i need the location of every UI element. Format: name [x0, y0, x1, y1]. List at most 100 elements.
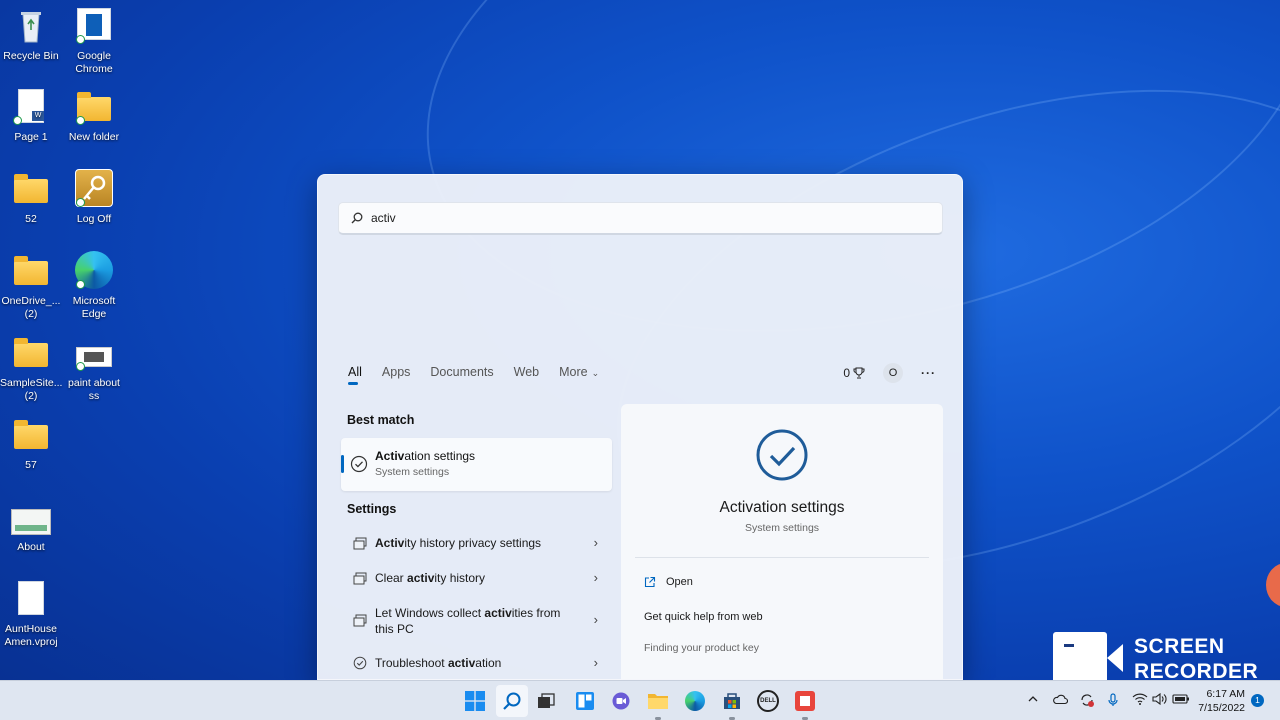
chevron-right-icon: › [593, 655, 598, 670]
setting-activity-history-privacy[interactable]: Activity history privacy settings › [341, 535, 612, 555]
more-options-button[interactable]: ··· [921, 366, 936, 380]
video-camera-icon [1053, 632, 1107, 684]
best-match-result[interactable]: Activation settings System settings [341, 438, 612, 491]
word-document-icon: W [11, 87, 51, 127]
network-button[interactable] [1132, 693, 1148, 708]
task-view-button[interactable] [534, 689, 558, 713]
start-button[interactable] [463, 689, 487, 713]
chevron-up-icon [1028, 696, 1038, 702]
microphone-icon [1108, 693, 1118, 706]
desktop-icon-label: Page 1 [14, 131, 48, 143]
dell-app-button[interactable]: DELL [756, 689, 780, 713]
desktop-icon-microsoft-edge[interactable]: Microsoft Edge [63, 251, 125, 321]
desktop-icon-onedrive[interactable]: OneDrive_... (2) [0, 251, 62, 321]
tab-documents[interactable]: Documents [430, 365, 493, 385]
desktop-icon-samplesite[interactable]: SampleSite... (2) [0, 333, 62, 403]
widgets-icon [576, 692, 594, 710]
microphone-button[interactable] [1108, 693, 1118, 710]
watermark-text: SCREEN RECORDER [1134, 634, 1258, 684]
file-explorer-button[interactable] [646, 689, 670, 713]
desktop-icon-label: Recycle Bin [3, 50, 59, 62]
settings-window-icon [353, 537, 367, 550]
desktop-icon-label: paint about ss [68, 377, 120, 402]
desktop-icon-folder-57[interactable]: 57 [0, 415, 62, 472]
setting-label-text: ation [475, 656, 502, 670]
desktop-icon-log-off[interactable]: Log Off [63, 169, 125, 226]
folder-icon [11, 169, 51, 209]
desktop-icon-page-1[interactable]: W Page 1 [0, 87, 62, 144]
setting-troubleshoot-activation[interactable]: Troubleshoot activation › [341, 655, 612, 675]
search-filter-tabs: All Apps Documents Web More ⌄ [348, 365, 619, 385]
best-match-title: Activation settings [375, 449, 475, 463]
desktop-icon-aunthouse[interactable]: AuntHouse Amen.vproj [0, 579, 62, 649]
chevron-down-icon: ⌄ [591, 368, 600, 378]
profile-button[interactable]: O [883, 363, 903, 383]
tab-more-label: More [559, 365, 588, 379]
video-camera-lens [1107, 644, 1123, 672]
activation-check-icon [350, 455, 368, 473]
file-icon [11, 579, 51, 619]
preview-title: Activation settings [719, 499, 845, 516]
settings-window-icon [353, 572, 367, 585]
desktop-icon-about[interactable]: About [0, 497, 62, 554]
onedrive-tray-button[interactable] [1052, 693, 1069, 708]
store-button[interactable] [720, 689, 744, 713]
desktop-icon-folder-52[interactable]: 52 [0, 169, 62, 226]
setting-label-text: Clear [375, 571, 408, 585]
desktop-icon-recycle-bin[interactable]: Recycle Bin [0, 6, 62, 63]
teams-chat-button[interactable] [609, 689, 633, 713]
get-quick-help-link[interactable]: Get quick help from web [644, 611, 763, 623]
tab-more[interactable]: More ⌄ [559, 365, 599, 385]
search-input[interactable] [371, 211, 911, 225]
desktop-icon-label: Google Chrome [75, 50, 113, 75]
wifi-icon [1132, 693, 1148, 705]
volume-button[interactable] [1152, 692, 1168, 708]
tab-web[interactable]: Web [514, 365, 539, 385]
battery-icon [1172, 694, 1189, 704]
search-box[interactable] [338, 202, 943, 235]
setting-label-text: ity history privacy settings [404, 536, 542, 550]
notification-badge[interactable]: 1 [1251, 694, 1264, 707]
setting-label: Clear activity history [375, 570, 565, 586]
best-match-title-rest: ation settings [404, 449, 476, 463]
desktop-icon-google-chrome[interactable]: Google Chrome [63, 6, 125, 76]
selection-indicator [341, 455, 344, 473]
folder-icon [74, 87, 114, 127]
edge-button[interactable] [683, 689, 707, 713]
setting-clear-activity-history[interactable]: Clear activity history › [341, 570, 612, 590]
show-hidden-icons-button[interactable] [1027, 693, 1039, 708]
rewards-points[interactable]: 0 [843, 366, 865, 380]
desktop-icon-label: 52 [25, 213, 37, 225]
sync-error-icon [1081, 694, 1094, 707]
setting-label-match: activ [484, 606, 512, 620]
open-action[interactable]: Open [644, 576, 693, 588]
dell-logo-icon: DELL [757, 690, 779, 712]
desktop-icon-label: OneDrive_... (2) [1, 295, 61, 320]
store-icon [724, 693, 740, 709]
image-file-icon [11, 497, 51, 537]
open-action-label: Open [666, 576, 693, 588]
divider [635, 557, 929, 558]
desktop-icon-paint-about[interactable]: paint about ss [63, 333, 125, 403]
tab-apps[interactable]: Apps [382, 365, 411, 385]
recorder-indicator [1266, 563, 1280, 607]
finding-product-key-link[interactable]: Finding your product key [644, 642, 759, 654]
battery-button[interactable] [1172, 693, 1190, 708]
setting-label-match: activ [407, 571, 435, 585]
key-icon [74, 169, 114, 209]
desktop-icon-label: Log Off [76, 213, 112, 225]
chevron-right-icon: › [593, 612, 598, 627]
edge-icon [685, 691, 705, 711]
desktop-icon-new-folder[interactable]: New folder [63, 87, 125, 144]
teams-chat-icon [612, 692, 630, 710]
screen-recorder-button[interactable] [793, 689, 817, 713]
taskbar-search-button[interactable] [496, 685, 528, 717]
tab-all[interactable]: All [348, 365, 362, 385]
setting-label-text: ity history [434, 571, 486, 585]
widgets-button[interactable] [573, 689, 597, 713]
setting-collect-activities[interactable]: Let Windows collect activities from this… [341, 605, 612, 639]
activation-large-icon [756, 429, 808, 481]
search-icon [503, 692, 521, 710]
sync-status-button[interactable] [1079, 693, 1095, 710]
clock[interactable]: 6:17 AM 7/15/2022 [1195, 687, 1245, 715]
